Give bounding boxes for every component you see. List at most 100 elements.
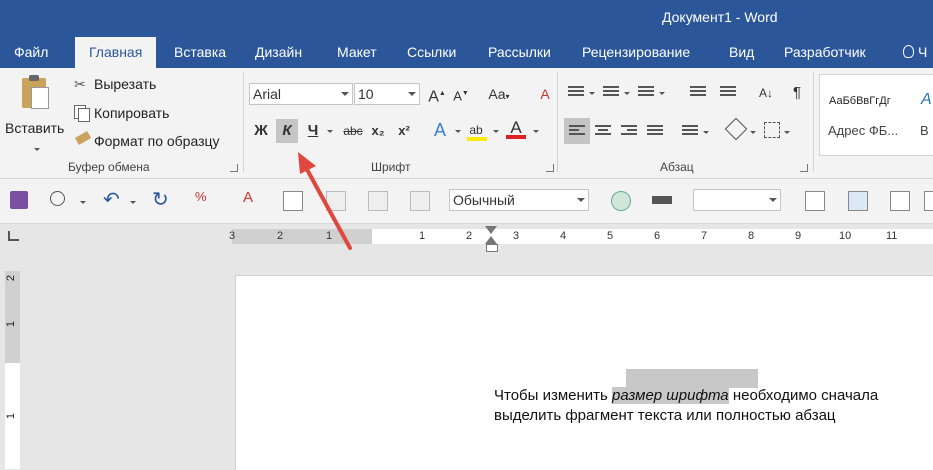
chevron-down-icon[interactable] xyxy=(659,92,665,95)
clear-format-icon[interactable]: A xyxy=(243,189,253,206)
font-launcher-icon[interactable] xyxy=(546,164,554,172)
style-sample-1: АаБбВвГгДг xyxy=(829,95,891,107)
chevron-down-icon[interactable] xyxy=(130,201,136,204)
superscript-button[interactable]: x² xyxy=(393,119,415,143)
chevron-down-icon[interactable] xyxy=(455,130,461,133)
bold-button[interactable]: Ж xyxy=(250,119,272,143)
justify-icon[interactable] xyxy=(647,125,663,139)
decrease-indent-icon[interactable] xyxy=(690,86,706,100)
chevron-down-icon[interactable] xyxy=(493,130,499,133)
highlight-color-icon[interactable]: ab xyxy=(465,118,487,142)
align-center-icon[interactable] xyxy=(595,125,611,139)
tab-review[interactable]: Рецензирование xyxy=(582,37,690,68)
borders-icon[interactable] xyxy=(764,122,780,138)
shading-icon[interactable] xyxy=(724,117,748,141)
more-icon[interactable] xyxy=(924,191,933,211)
font-size-combo[interactable]: 10 xyxy=(354,83,420,105)
align-left-icon xyxy=(569,125,585,139)
tab-view[interactable]: Вид xyxy=(729,37,754,68)
font-group-label: Шрифт xyxy=(371,160,411,174)
separator xyxy=(813,72,814,172)
change-case-icon[interactable]: Aa▾ xyxy=(484,82,514,106)
text-effects-icon[interactable]: A xyxy=(429,118,451,142)
underline-button[interactable]: Ч xyxy=(302,119,324,143)
selected-text[interactable]: размер шрифта xyxy=(612,387,729,404)
first-line-indent-icon[interactable] xyxy=(485,226,497,234)
style-select[interactable]: Обычный xyxy=(449,189,589,211)
table-edit-icon[interactable] xyxy=(368,191,388,211)
tab-layout[interactable]: Макет xyxy=(337,37,377,68)
separator xyxy=(243,72,244,172)
document-paragraph[interactable]: Чтобы изменить размер шрифта необходимо … xyxy=(494,386,878,426)
hanging-indent-icon[interactable] xyxy=(485,236,497,244)
bullets-icon[interactable] xyxy=(568,86,584,100)
increase-indent-icon[interactable] xyxy=(720,86,736,100)
line-icon[interactable] xyxy=(652,196,672,204)
copy-button[interactable]: Копировать xyxy=(72,102,182,122)
font-name-combo[interactable]: Arial xyxy=(249,83,353,105)
chevron-down-icon[interactable] xyxy=(624,92,630,95)
picture-icon[interactable] xyxy=(848,191,868,211)
print-preview-icon[interactable] xyxy=(50,191,65,206)
tab-stop-icon[interactable] xyxy=(8,231,19,241)
tab-tell-me[interactable]: Ч xyxy=(903,37,927,68)
chevron-down-icon[interactable] xyxy=(589,92,595,95)
paste-label: Вставить xyxy=(5,120,65,136)
chevron-down-icon[interactable] xyxy=(327,130,333,133)
table-sum-icon[interactable] xyxy=(410,191,430,211)
cut-button[interactable]: ✂ Вырезать xyxy=(72,74,172,94)
grow-font-icon[interactable]: A▲ xyxy=(426,82,448,106)
chevron-down-icon xyxy=(341,92,349,96)
tab-references[interactable]: Ссылки xyxy=(407,37,456,68)
ruler-label: 2 xyxy=(277,230,284,242)
ruler-label: 4 xyxy=(560,230,567,242)
chevron-down-icon[interactable] xyxy=(80,201,86,204)
paragraph-launcher-icon[interactable] xyxy=(800,164,808,172)
clipboard-launcher-icon[interactable] xyxy=(230,164,238,172)
chevron-down-icon[interactable] xyxy=(784,131,790,134)
format-painter-button[interactable]: Формат по образцу xyxy=(72,130,237,150)
tab-insert[interactable]: Вставка xyxy=(174,37,226,68)
paste-button[interactable]: Вставить xyxy=(4,74,68,154)
styles-gallery[interactable]: АаБбВвГгДг Адрес ФБ... А В xyxy=(819,74,933,156)
pilcrow-icon[interactable]: ¶ xyxy=(786,81,808,105)
tab-file[interactable]: Файл xyxy=(14,37,48,68)
tab-developer[interactable]: Разработчик xyxy=(784,37,866,68)
left-indent-icon[interactable] xyxy=(486,244,498,252)
text-run: Чтобы изменить xyxy=(494,387,613,404)
shape-circle-icon[interactable] xyxy=(611,191,631,211)
tab-home[interactable]: Главная xyxy=(75,37,157,68)
sort-icon[interactable]: А↓ xyxy=(755,81,777,105)
strikethrough-button[interactable]: abc xyxy=(339,119,367,143)
tab-design[interactable]: Дизайн xyxy=(255,37,302,68)
multilevel-list-icon[interactable] xyxy=(638,86,654,100)
ruler-label: 11 xyxy=(886,230,898,242)
document-page[interactable] xyxy=(235,275,933,470)
undo-icon[interactable]: ↶ xyxy=(103,187,120,212)
redo-icon[interactable]: ↻ xyxy=(152,187,169,212)
align-right-icon[interactable] xyxy=(621,125,637,139)
font-color-icon[interactable]: A xyxy=(505,116,527,140)
tab-mailings[interactable]: Рассылки xyxy=(488,37,551,68)
chevron-down-icon[interactable] xyxy=(703,131,709,134)
numbering-icon[interactable] xyxy=(603,86,619,100)
chevron-down-icon[interactable] xyxy=(750,131,756,134)
save-icon[interactable] xyxy=(10,191,28,209)
ruler-label: 7 xyxy=(701,230,708,242)
line-spacing-icon[interactable] xyxy=(682,125,698,139)
document-icon[interactable] xyxy=(805,191,825,211)
vruler-label: 1 xyxy=(5,320,18,328)
shrink-font-icon[interactable]: A▼ xyxy=(450,82,472,106)
chevron-down-icon[interactable] xyxy=(533,130,539,133)
chevron-down-icon xyxy=(769,198,777,202)
ribbon-tabs: Файл Главная Вставка Дизайн Макет Ссылки… xyxy=(0,37,933,68)
extra-select[interactable] xyxy=(693,189,781,211)
percent-icon[interactable]: % xyxy=(195,189,207,204)
italic-button[interactable]: К xyxy=(276,119,298,143)
clear-formatting-icon[interactable]: A xyxy=(534,82,556,106)
printer-icon[interactable] xyxy=(890,191,910,211)
subscript-button[interactable]: x₂ xyxy=(367,119,389,143)
vruler-label: 1 xyxy=(5,412,18,420)
ruler-label: 8 xyxy=(748,230,755,242)
ruler-label: 1 xyxy=(419,230,426,242)
